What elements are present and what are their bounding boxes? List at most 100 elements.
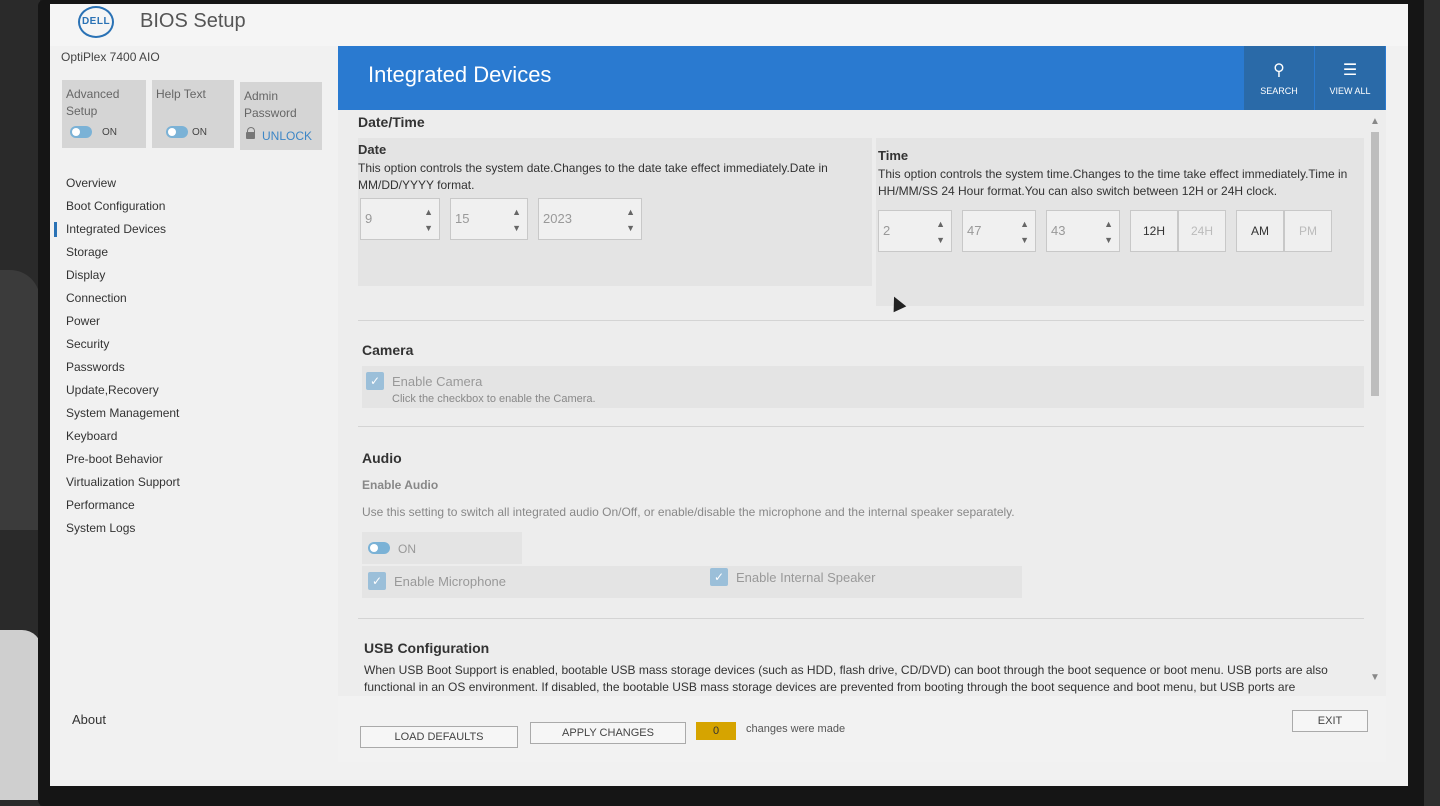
bios-screen: DELL BIOS Setup OptiPlex 7400 AIO Advanc… — [50, 4, 1408, 786]
enable-microphone-label: Enable Microphone — [394, 574, 507, 589]
search-label: SEARCH — [1260, 86, 1298, 96]
year-value: 2023 — [543, 211, 572, 226]
settings-content: Date/Time Date This option controls the … — [338, 110, 1368, 694]
change-count-badge: 0 — [696, 722, 736, 740]
advanced-setup-state: ON — [102, 127, 117, 138]
sidebar-item-system-management[interactable]: System Management — [50, 402, 340, 425]
sidebar-item-integrated-devices[interactable]: Integrated Devices — [50, 218, 340, 241]
sidebar-item-keyboard[interactable]: Keyboard — [50, 425, 340, 448]
enable-speaker-checkbox[interactable]: ✓ — [710, 568, 728, 586]
date-description: This option controls the system date.Cha… — [358, 161, 828, 192]
divider — [358, 618, 1364, 619]
usb-description-line1: When USB Boot Support is enabled, bootab… — [364, 663, 1328, 677]
sidebar-item-update-recovery[interactable]: Update,Recovery — [50, 379, 340, 402]
chevron-up-icon[interactable]: ▲ — [626, 207, 635, 217]
hour-value: 2 — [883, 223, 891, 238]
sidebar-item-boot-configuration[interactable]: Boot Configuration — [50, 195, 340, 218]
content-scrollbar[interactable]: ▲ ▼ — [1368, 116, 1382, 686]
time-second-spinner[interactable]: 43 ▲ ▼ — [1046, 210, 1120, 252]
advanced-setup-tile[interactable]: Advanced Setup ON — [62, 80, 146, 148]
help-text-state: ON — [192, 127, 207, 138]
sidebar-tiles: Advanced Setup ON Help Text ON Admin Pas… — [62, 80, 322, 150]
apply-changes-button[interactable]: APPLY CHANGES — [530, 722, 686, 744]
search-icon: ⚲ — [1273, 62, 1285, 79]
enable-audio-description: Use this setting to switch all integrate… — [362, 505, 1015, 519]
second-value: 43 — [1051, 223, 1066, 238]
chevron-down-icon[interactable]: ▼ — [424, 223, 433, 233]
time-hour-spinner[interactable]: 2 ▲ ▼ — [878, 210, 952, 252]
admin-password-tile[interactable]: Admin Password UNLOCK — [240, 82, 322, 150]
time-title: Time — [878, 148, 909, 163]
unlock-button[interactable]: UNLOCK — [262, 129, 312, 143]
admin-password-label: Admin Password — [244, 89, 297, 120]
time-description: This option controls the system time.Cha… — [878, 167, 1348, 198]
date-day-spinner[interactable]: 15 ▲ ▼ — [450, 198, 528, 240]
change-status-text: changes were made — [746, 723, 846, 735]
enable-microphone-checkbox[interactable]: ✓ — [368, 572, 386, 590]
search-button[interactable]: ⚲ SEARCH — [1244, 46, 1314, 110]
format-12h-button[interactable]: 12H — [1130, 210, 1178, 252]
sidebar-item-security[interactable]: Security — [50, 333, 340, 356]
pm-button[interactable]: PM — [1284, 210, 1332, 252]
footer-bar: LOAD DEFAULTS APPLY CHANGES 0 changes we… — [338, 696, 1386, 762]
sidebar-item-performance[interactable]: Performance — [50, 494, 340, 517]
chevron-down-icon[interactable]: ▼ — [512, 223, 521, 233]
date-month-spinner[interactable]: 9 ▲ ▼ — [360, 198, 440, 240]
date-title: Date — [358, 142, 387, 157]
chevron-up-icon[interactable]: ▲ — [1104, 219, 1113, 229]
view-all-button[interactable]: ☰ VIEW ALL — [1315, 46, 1385, 110]
sidebar-item-storage[interactable]: Storage — [50, 241, 340, 264]
sidebar-item-power[interactable]: Power — [50, 310, 340, 333]
section-title-datetime: Date/Time — [358, 114, 425, 130]
page-title: Integrated Devices — [368, 62, 552, 87]
help-text-toggle[interactable] — [166, 126, 188, 138]
help-text-tile[interactable]: Help Text ON — [152, 80, 234, 148]
sidebar-item-display[interactable]: Display — [50, 264, 340, 287]
sidebar-item-pre-boot-behavior[interactable]: Pre-boot Behavior — [50, 448, 340, 471]
app-title: BIOS Setup — [140, 10, 246, 32]
enable-audio-toggle[interactable] — [368, 542, 390, 554]
scroll-thumb[interactable] — [1371, 132, 1379, 396]
scroll-up-icon[interactable]: ▲ — [1370, 116, 1380, 127]
filter-icon: ☰ — [1342, 62, 1358, 79]
view-all-label: VIEW ALL — [1329, 86, 1371, 96]
exit-button[interactable]: EXIT — [1292, 710, 1368, 732]
chevron-down-icon[interactable]: ▼ — [1020, 235, 1029, 245]
chevron-up-icon[interactable]: ▲ — [1020, 219, 1029, 229]
enable-speaker-label: Enable Internal Speaker — [736, 570, 876, 585]
sidebar-item-system-logs[interactable]: System Logs — [50, 517, 340, 540]
chevron-down-icon[interactable]: ▼ — [936, 235, 945, 245]
background-object — [0, 630, 42, 800]
dell-logo: DELL — [78, 6, 114, 38]
usb-description-line2: functional in an OS environment. If disa… — [364, 680, 1296, 694]
sidebar-item-virtualization-support[interactable]: Virtualization Support — [50, 471, 340, 494]
enable-camera-checkbox[interactable]: ✓ — [366, 372, 384, 390]
about-link[interactable]: About — [72, 712, 106, 727]
section-title-audio: Audio — [362, 450, 402, 466]
main-panel: Integrated Devices ⚲ SEARCH ☰ VIEW ALL D… — [338, 46, 1386, 762]
sidebar-item-passwords[interactable]: Passwords — [50, 356, 340, 379]
enable-audio-state: ON — [398, 542, 416, 556]
am-button[interactable]: AM — [1236, 210, 1284, 252]
advanced-setup-toggle[interactable] — [70, 126, 92, 138]
lock-icon — [246, 127, 256, 139]
load-defaults-button[interactable]: LOAD DEFAULTS — [360, 726, 518, 748]
month-value: 9 — [365, 211, 373, 226]
divider — [358, 320, 1364, 321]
format-24h-button[interactable]: 24H — [1178, 210, 1226, 252]
help-text-label: Help Text — [156, 87, 206, 101]
enable-camera-label: Enable Camera — [392, 374, 483, 389]
chevron-up-icon[interactable]: ▲ — [512, 207, 521, 217]
chevron-up-icon[interactable]: ▲ — [424, 207, 433, 217]
scroll-down-icon[interactable]: ▼ — [1370, 672, 1380, 683]
chevron-down-icon[interactable]: ▼ — [626, 223, 635, 233]
chevron-up-icon[interactable]: ▲ — [936, 219, 945, 229]
sidebar-item-overview[interactable]: Overview — [50, 172, 340, 195]
advanced-setup-label: Advanced Setup — [66, 87, 120, 118]
chevron-down-icon[interactable]: ▼ — [1104, 235, 1113, 245]
enable-camera-description: Click the checkbox to enable the Camera. — [392, 393, 596, 405]
minute-value: 47 — [967, 223, 982, 238]
time-minute-spinner[interactable]: 47 ▲ ▼ — [962, 210, 1036, 252]
sidebar-item-connection[interactable]: Connection — [50, 287, 340, 310]
date-year-spinner[interactable]: 2023 ▲ ▼ — [538, 198, 642, 240]
